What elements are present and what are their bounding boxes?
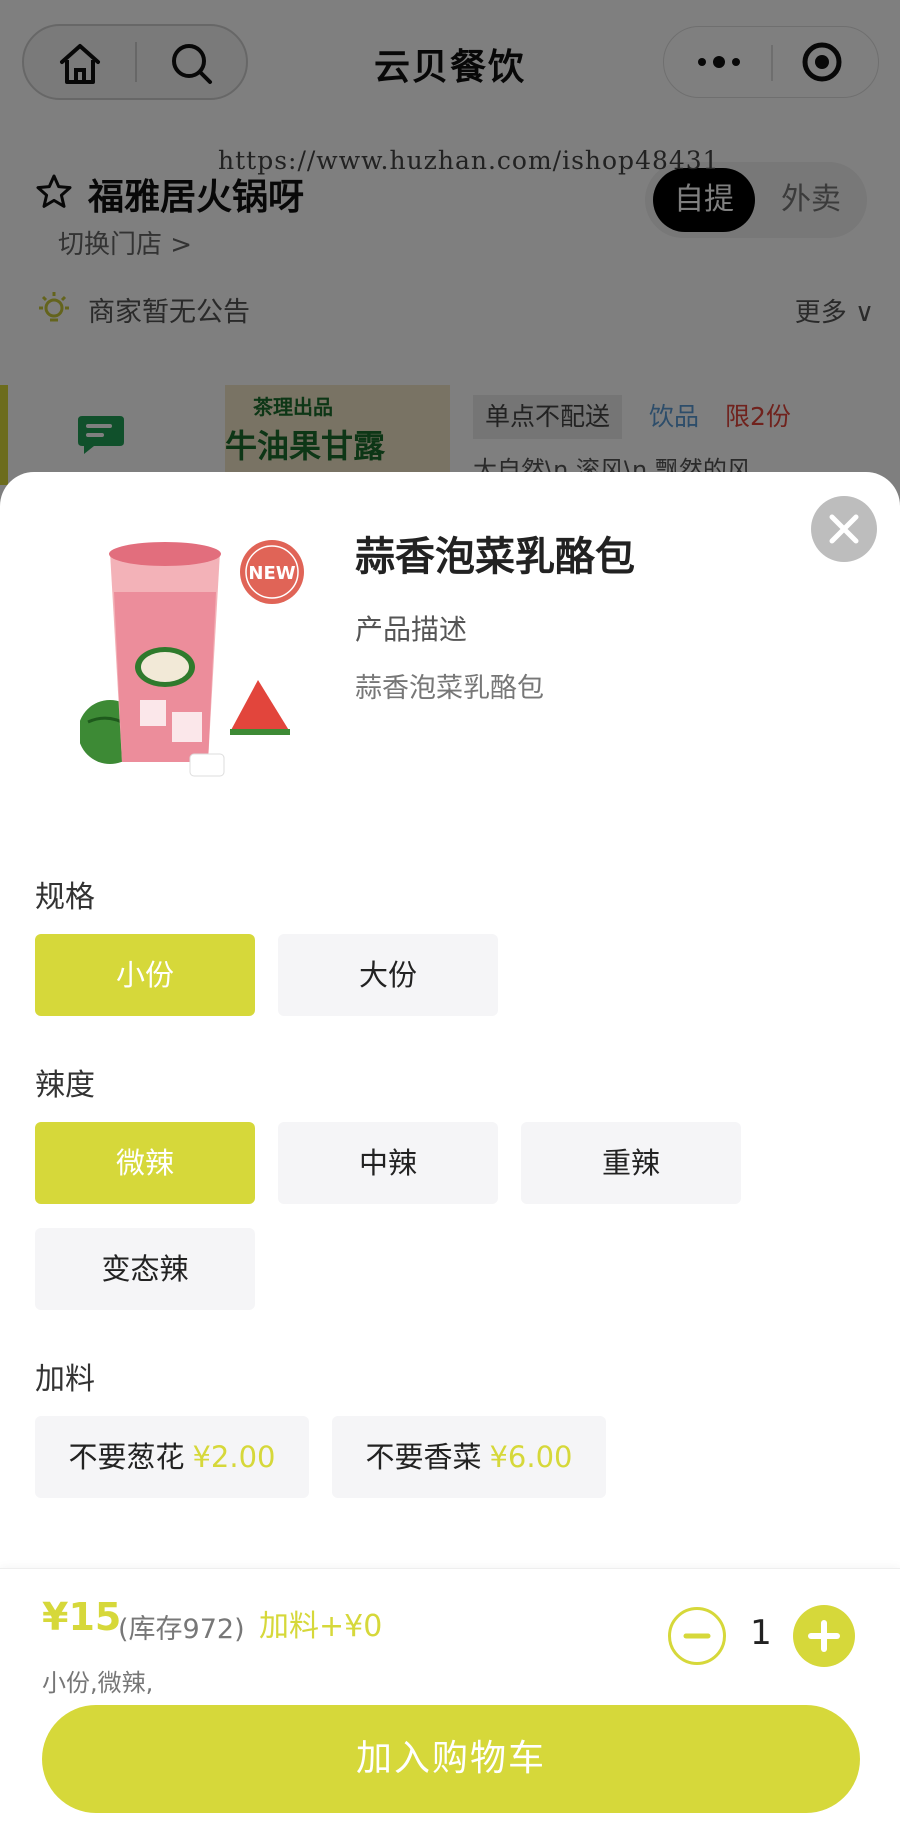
add-to-cart-button[interactable]: 加入购物车 — [42, 1705, 860, 1813]
spec-option-small[interactable]: 小份 — [35, 934, 255, 1016]
addon-price: ¥2.00 — [192, 1440, 276, 1474]
spec-option-large[interactable]: 大份 — [278, 934, 498, 1016]
spec-group-title: 规格 — [35, 880, 95, 915]
product-desc-text: 蒜香泡菜乳酪包 — [355, 673, 544, 704]
spice-option-hot[interactable]: 重辣 — [521, 1122, 741, 1204]
addon-label: 不要葱花 — [68, 1440, 185, 1474]
sheet-footer: ¥15 (库存972) 加料+¥0 小份,微辣, 1 加入购物车 — [0, 1568, 900, 1822]
increase-quantity-button[interactable] — [793, 1605, 855, 1667]
addon-group-title: 加料 — [35, 1362, 95, 1397]
product-desc-label: 产品描述 — [355, 613, 468, 646]
quantity-value: 1 — [750, 1613, 772, 1653]
price: ¥15 — [42, 1595, 122, 1639]
close-icon — [829, 514, 859, 544]
selected-options-summary: 小份,微辣, — [42, 1669, 154, 1697]
addon-price: ¥6.00 — [489, 1440, 573, 1474]
spice-option-medium[interactable]: 中辣 — [278, 1122, 498, 1204]
spice-group-title: 辣度 — [35, 1068, 95, 1103]
product-spec-sheet: NEW 蒜香泡菜乳酪包 产品描述 蒜香泡菜乳酪包 规格 小份 大份 辣度 微辣 … — [0, 472, 900, 1822]
plus-icon — [808, 1620, 840, 1652]
stock-count: (库存972) — [118, 1614, 245, 1645]
new-badge-text: NEW — [248, 563, 295, 584]
close-button[interactable] — [811, 496, 877, 562]
addon-option-no-cilantro[interactable]: 不要香菜 ¥6.00 — [332, 1416, 606, 1498]
minus-icon — [683, 1633, 711, 1639]
addon-option-no-scallion[interactable]: 不要葱花 ¥2.00 — [35, 1416, 309, 1498]
decrease-quantity-button[interactable] — [668, 1607, 726, 1665]
product-name: 蒜香泡菜乳酪包 — [355, 534, 635, 580]
product-image: NEW — [80, 540, 304, 777]
addon-total: 加料+¥0 — [259, 1609, 383, 1644]
spice-option-extreme[interactable]: 变态辣 — [35, 1228, 255, 1310]
spice-option-mild[interactable]: 微辣 — [35, 1122, 255, 1204]
addon-label: 不要香菜 — [365, 1440, 482, 1474]
